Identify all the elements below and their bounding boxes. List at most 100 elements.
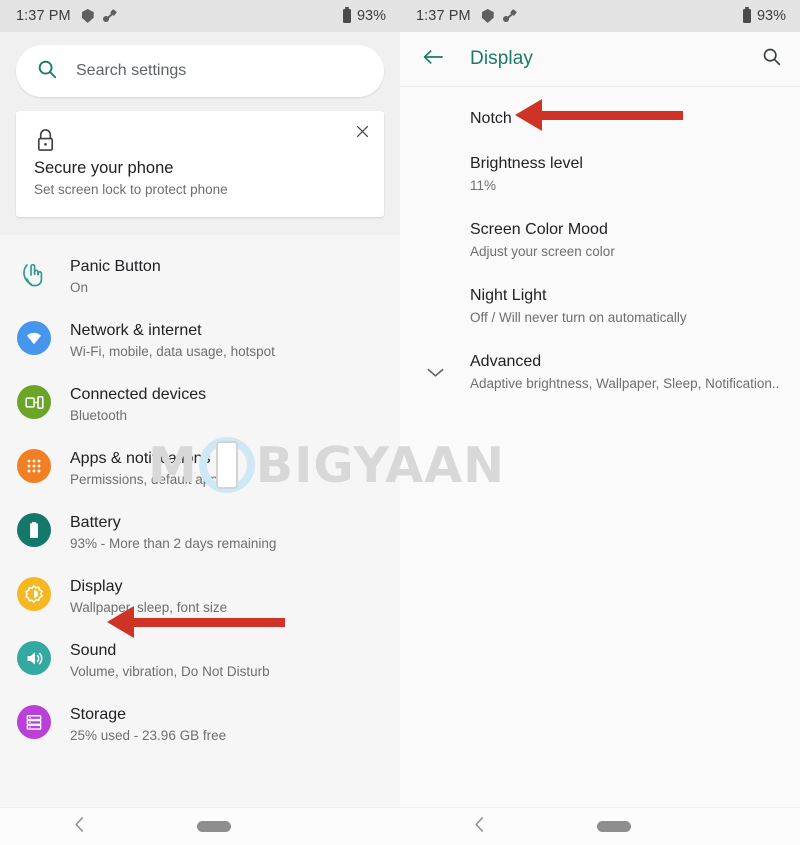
nav-back-icon[interactable]: [472, 815, 487, 839]
settings-item-subtitle: 93% - More than 2 days remaining: [70, 536, 277, 551]
display-preference-list: Notch Brightness level 11% Screen Color …: [400, 87, 800, 807]
right-screenshot-display-settings: 1:37 PM 93% Display Notch Brightness lev…: [400, 0, 800, 845]
pref-item-advanced[interactable]: Advanced Adaptive brightness, Wallpaper,…: [400, 340, 800, 406]
settings-item-title: Storage: [70, 706, 127, 723]
settings-item-title: Display: [70, 578, 123, 595]
settings-item-subtitle: Permissions, default apps: [70, 472, 225, 487]
annotation-arrow-display: [107, 606, 285, 638]
status-bar-right-group: 93%: [342, 7, 386, 24]
status-bar-right-group: 93%: [742, 7, 786, 24]
settings-item-text: Panic Button On: [70, 256, 161, 297]
pref-item-subtitle: Adaptive brightness, Wallpaper, Sleep, N…: [470, 376, 780, 391]
status-bar-time: 1:37 PM: [16, 8, 71, 24]
pref-item-brightness-level[interactable]: Brightness level 11%: [400, 142, 800, 208]
lock-icon: [34, 129, 57, 158]
usb-debug-icon: [502, 8, 517, 23]
settings-item-text: Sound Volume, vibration, Do Not Disturb: [70, 640, 270, 681]
settings-item-text: Storage 25% used - 23.96 GB free: [70, 704, 226, 745]
settings-item-storage[interactable]: Storage 25% used - 23.96 GB free: [0, 693, 400, 757]
settings-item-connected-devices[interactable]: Connected devices Bluetooth: [0, 373, 400, 437]
settings-item-text: Battery 93% - More than 2 days remaining: [70, 512, 276, 553]
pref-item-title: Screen Color Mood: [470, 221, 608, 238]
pref-item-title: Advanced: [470, 353, 542, 370]
search-and-promo-section: Search settings Secure your phone Set sc…: [0, 32, 400, 235]
status-bar-left: 1:37 PM 93%: [0, 0, 400, 32]
battery-percent-label: 93%: [756, 8, 786, 24]
settings-item-title: Panic Button: [70, 258, 161, 275]
left-screenshot-settings-home: 1:37 PM 93% Search settings Secure your …: [0, 0, 400, 845]
panic-hand-icon: [16, 256, 52, 292]
settings-item-title: Apps & notifications: [70, 450, 211, 467]
dual-screenshot-composite: 1:37 PM 93% Search settings Secure your …: [0, 0, 800, 845]
back-arrow-icon[interactable]: [422, 47, 444, 72]
display-app-bar: Display: [400, 32, 800, 86]
pref-item-text: Screen Color Mood Adjust your screen col…: [470, 220, 615, 261]
settings-item-text: Apps & notifications Permissions, defaul…: [70, 448, 225, 489]
settings-item-subtitle: On: [70, 280, 89, 295]
settings-list: Panic Button On Network & internet Wi-Fi…: [0, 235, 400, 807]
settings-item-title: Connected devices: [70, 386, 207, 403]
settings-item-title: Battery: [70, 514, 121, 531]
settings-item-panic-button[interactable]: Panic Button On: [0, 245, 400, 309]
settings-item-text: Connected devices Bluetooth: [70, 384, 206, 425]
settings-item-subtitle: Bluetooth: [70, 408, 128, 423]
secure-phone-subtitle: Set screen lock to protect phone: [34, 182, 228, 197]
settings-item-title: Sound: [70, 642, 117, 659]
pref-item-title: Night Light: [470, 287, 547, 304]
pref-item-title: Brightness level: [470, 155, 583, 172]
secure-phone-title: Secure your phone: [34, 159, 174, 177]
settings-item-text: Network & internet Wi-Fi, mobile, data u…: [70, 320, 275, 361]
search-input[interactable]: Search settings: [16, 45, 384, 97]
battery-icon: [342, 7, 351, 23]
usb-debug-icon: [102, 8, 117, 23]
pref-item-subtitle: Adjust your screen color: [470, 244, 615, 259]
pref-item-text: Brightness level 11%: [470, 154, 583, 195]
nav-home-pill[interactable]: [597, 821, 631, 832]
page-title: Display: [470, 48, 533, 69]
pref-item-subtitle: Off / Will never turn on automatically: [470, 310, 687, 325]
annotation-arrow-notch: [515, 99, 683, 131]
status-bar-time: 1:37 PM: [416, 8, 471, 24]
close-icon[interactable]: [354, 123, 371, 145]
settings-item-text: Display Wallpaper, sleep, font size: [70, 576, 227, 617]
storage-icon: [16, 704, 52, 740]
devices-icon: [16, 384, 52, 420]
status-bar-icon-group: [81, 8, 117, 23]
settings-item-subtitle: Volume, vibration, Do Not Disturb: [70, 664, 270, 679]
brightness-icon: [16, 576, 52, 612]
search-placeholder-text: Search settings: [76, 62, 187, 79]
navigation-bar-left: [0, 807, 400, 845]
search-icon[interactable]: [761, 46, 782, 72]
pref-item-night-light[interactable]: Night Light Off / Will never turn on aut…: [400, 274, 800, 340]
wifi-icon: [16, 320, 52, 356]
settings-item-battery[interactable]: Battery 93% - More than 2 days remaining: [0, 501, 400, 565]
settings-item-subtitle: 25% used - 23.96 GB free: [70, 728, 227, 743]
settings-item-apps-notifications[interactable]: Apps & notifications Permissions, defaul…: [0, 437, 400, 501]
settings-item-subtitle: Wi-Fi, mobile, data usage, hotspot: [70, 344, 275, 359]
search-icon: [36, 58, 58, 85]
battery-icon: [742, 7, 751, 23]
shield-icon: [81, 9, 94, 23]
settings-item-sound[interactable]: Sound Volume, vibration, Do Not Disturb: [0, 629, 400, 693]
shield-icon: [481, 9, 494, 23]
pref-item-text: Night Light Off / Will never turn on aut…: [470, 286, 687, 327]
navigation-bar-right: [400, 807, 800, 845]
battery-percent-label: 93%: [356, 8, 386, 24]
pref-item-screen-color-mood[interactable]: Screen Color Mood Adjust your screen col…: [400, 208, 800, 274]
speaker-icon: [16, 640, 52, 676]
pref-item-title: Notch: [470, 110, 512, 127]
settings-item-title: Network & internet: [70, 322, 202, 339]
chevron-down-icon[interactable]: [422, 352, 448, 379]
nav-home-pill[interactable]: [197, 821, 231, 832]
pref-item-subtitle: 11%: [470, 178, 497, 193]
apps-grid-icon: [16, 448, 52, 484]
settings-item-subtitle: Wallpaper, sleep, font size: [70, 600, 228, 615]
secure-phone-card[interactable]: Secure your phone Set screen lock to pro…: [16, 111, 384, 217]
status-bar-icon-group: [481, 8, 517, 23]
status-bar-right: 1:37 PM 93%: [400, 0, 800, 32]
pref-item-text: Notch: [470, 109, 512, 129]
battery-icon: [16, 512, 52, 548]
settings-item-network-internet[interactable]: Network & internet Wi-Fi, mobile, data u…: [0, 309, 400, 373]
pref-item-text: Advanced Adaptive brightness, Wallpaper,…: [470, 352, 779, 393]
nav-back-icon[interactable]: [72, 815, 87, 839]
